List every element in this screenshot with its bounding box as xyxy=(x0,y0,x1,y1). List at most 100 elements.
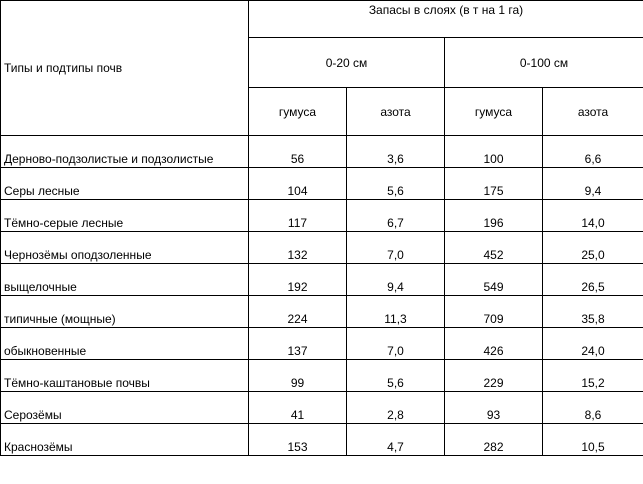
spacer-cell xyxy=(248,327,347,343)
humus-0-20-cell: 56 xyxy=(248,151,347,168)
nitrogen-0-20-cell: 3,6 xyxy=(346,151,445,168)
table-row: Чернозёмы оподзоленные 132 7,0 452 25,0 xyxy=(0,247,643,264)
humus-0-20-cell: 153 xyxy=(248,439,347,456)
humus-0-100-cell: 452 xyxy=(444,247,543,264)
spacer-cell xyxy=(444,391,543,407)
table-row-spacer xyxy=(0,391,643,407)
table-row: выщелочные 192 9,4 549 26,5 xyxy=(0,279,643,296)
table-row-spacer xyxy=(0,295,643,311)
table-row-spacer xyxy=(0,167,643,183)
spacer-cell xyxy=(444,199,543,215)
spacer-cell xyxy=(444,359,543,375)
humus-0-20-cell: 99 xyxy=(248,375,347,392)
table-row: Тёмно-серые лесные 117 6,7 196 14,0 xyxy=(0,215,643,232)
table-row: обыкновенные 137 7,0 426 24,0 xyxy=(0,343,643,360)
nitrogen-0-100-cell: 6,6 xyxy=(542,151,643,168)
spacer-cell xyxy=(248,135,347,151)
table-row: Серозёмы 41 2,8 93 8,6 xyxy=(0,407,643,424)
table-row: типичные (мощные) 224 11,3 709 35,8 xyxy=(0,311,643,328)
humus-100-header: гумуса xyxy=(444,87,543,136)
humus-0-100-cell: 93 xyxy=(444,407,543,424)
humus-0-20-cell: 137 xyxy=(248,343,347,360)
humus-0-100-cell: 175 xyxy=(444,183,543,200)
soil-type-name: Серозёмы xyxy=(0,407,249,424)
humus-0-100-cell: 282 xyxy=(444,439,543,456)
nitrogen-0-20-cell: 11,3 xyxy=(346,311,445,328)
humus-0-100-cell: 229 xyxy=(444,375,543,392)
spacer-cell xyxy=(0,391,249,407)
layer-0-20-header: 0-20 см xyxy=(248,37,445,88)
spacer-cell xyxy=(346,423,445,439)
table-row: Тёмно-каштановые почвы 99 5,6 229 15,2 xyxy=(0,375,643,392)
soil-type-name: типичные (мощные) xyxy=(0,311,249,328)
humus-0-20-cell: 192 xyxy=(248,279,347,296)
nitrogen-0-100-cell: 25,0 xyxy=(542,247,643,264)
soil-type-name: Тёмно-серые лесные xyxy=(0,215,249,232)
spacer-cell xyxy=(248,167,347,183)
spacer-cell xyxy=(346,231,445,247)
spacer-cell xyxy=(444,167,543,183)
soil-type-name: обыкновенные xyxy=(0,343,249,360)
soil-types-header: Типы и подтипы почв xyxy=(0,0,249,136)
spacer-cell xyxy=(0,167,249,183)
spacer-cell xyxy=(542,327,643,343)
nitrogen-0-100-cell: 35,8 xyxy=(542,311,643,328)
spacer-cell xyxy=(346,295,445,311)
soil-type-name: Серы лесные xyxy=(0,183,249,200)
spacer-cell xyxy=(0,359,249,375)
table-row-spacer xyxy=(0,359,643,375)
nitrogen-0-20-cell: 2,8 xyxy=(346,407,445,424)
nitrogen-0-100-cell: 10,5 xyxy=(542,439,643,456)
spacer-cell xyxy=(0,199,249,215)
humus-0-20-cell: 104 xyxy=(248,183,347,200)
spacer-cell xyxy=(0,295,249,311)
soil-type-name: Тёмно-каштановые почвы xyxy=(0,375,249,392)
nitrogen-20-header: азота xyxy=(346,87,445,136)
humus-0-100-cell: 426 xyxy=(444,343,543,360)
humus-20-header: гумуса xyxy=(248,87,347,136)
spacer-cell xyxy=(542,359,643,375)
soil-reserves-table: Типы и подтипы почв Запасы в слоях (в т … xyxy=(0,0,643,456)
table-row: Дерново-подзолистые и подзолистые 56 3,6 10… xyxy=(0,151,643,168)
spacer-cell xyxy=(346,135,445,151)
table-row-spacer xyxy=(0,423,643,439)
nitrogen-0-20-cell: 7,0 xyxy=(346,247,445,264)
table-row-spacer xyxy=(0,199,643,215)
nitrogen-0-100-cell: 15,2 xyxy=(542,375,643,392)
spacer-cell xyxy=(0,263,249,279)
spacer-cell xyxy=(542,231,643,247)
soil-type-name: Чернозёмы оподзоленные xyxy=(0,247,249,264)
spacer-cell xyxy=(542,391,643,407)
humus-0-100-cell: 100 xyxy=(444,151,543,168)
humus-0-20-cell: 117 xyxy=(248,215,347,232)
soil-type-name: Дерново-подзолистые и подзолистые xyxy=(0,151,249,168)
nitrogen-0-20-cell: 5,6 xyxy=(346,375,445,392)
spacer-cell xyxy=(542,295,643,311)
table-row-spacer xyxy=(0,263,643,279)
spacer-cell xyxy=(248,263,347,279)
spacer-cell xyxy=(248,391,347,407)
nitrogen-0-20-cell: 6,7 xyxy=(346,215,445,232)
nitrogen-0-100-cell: 26,5 xyxy=(542,279,643,296)
humus-0-100-cell: 196 xyxy=(444,215,543,232)
soil-type-name: Краснозёмы xyxy=(0,439,249,456)
spacer-cell xyxy=(542,167,643,183)
soil-type-name: выщелочные xyxy=(0,279,249,296)
spacer-cell xyxy=(542,263,643,279)
spacer-cell xyxy=(346,199,445,215)
nitrogen-0-100-cell: 9,4 xyxy=(542,183,643,200)
layer-0-100-header: 0-100 см xyxy=(444,37,643,88)
humus-0-100-cell: 549 xyxy=(444,279,543,296)
nitrogen-0-100-cell: 24,0 xyxy=(542,343,643,360)
table-row: Серы лесные 104 5,6 175 9,4 xyxy=(0,183,643,200)
spacer-cell xyxy=(346,263,445,279)
spacer-cell xyxy=(444,295,543,311)
spacer-cell xyxy=(248,199,347,215)
spacer-cell xyxy=(542,423,643,439)
spacer-cell xyxy=(0,423,249,439)
spacer-cell xyxy=(444,263,543,279)
nitrogen-0-20-cell: 9,4 xyxy=(346,279,445,296)
spacer-cell xyxy=(248,423,347,439)
nitrogen-0-100-cell: 14,0 xyxy=(542,215,643,232)
spacer-cell xyxy=(542,199,643,215)
